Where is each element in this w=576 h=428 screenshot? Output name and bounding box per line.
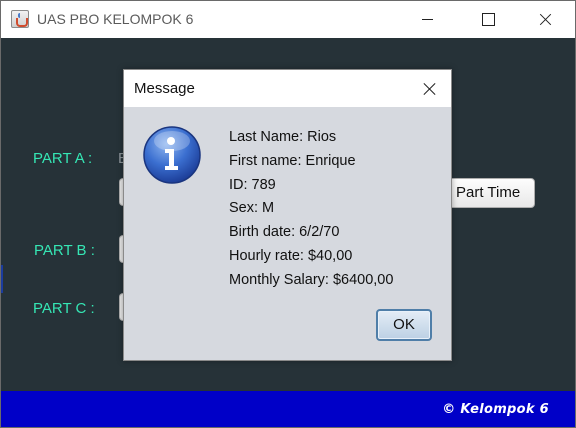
close-window-button[interactable] (521, 1, 567, 38)
message-line: Hourly rate: $40,00 (229, 247, 353, 264)
message-line: First name: Enrique (229, 152, 356, 169)
info-icon (143, 126, 201, 184)
java-app-icon (11, 10, 29, 28)
footer-credit: © Kelompok 6 (442, 402, 549, 417)
message-line: Monthly Salary: $6400,00 (229, 271, 394, 288)
dialog-close-button[interactable] (414, 73, 446, 105)
ok-button[interactable]: OK (376, 309, 432, 341)
message-line: Birth date: 6/2/70 (229, 224, 340, 241)
part-time-button[interactable]: Part Time (447, 178, 535, 208)
footer-bar: © Kelompok 6 (1, 391, 575, 427)
dialog-title: Message (134, 80, 195, 97)
maximize-button[interactable] (465, 1, 511, 38)
dialog-titlebar[interactable]: Message (124, 70, 451, 107)
message-line: ID: 789 (229, 176, 276, 193)
minimize-button[interactable] (404, 1, 450, 38)
message-text: Last Name: Rios First name: Enrique ID: … (229, 126, 393, 293)
part-a-label: PART A : (33, 150, 93, 167)
message-line: Last Name: Rios (229, 129, 337, 145)
window-title: UAS PBO KELOMPOK 6 (37, 11, 194, 27)
part-c-label: PART C : (33, 300, 95, 317)
left-edge-strip (1, 265, 3, 293)
message-line: Sex: M (229, 200, 275, 217)
message-dialog: Message Last Name: Rios First name: Enri… (123, 69, 452, 361)
window-titlebar[interactable]: UAS PBO KELOMPOK 6 (1, 1, 575, 38)
part-b-label: PART B : (34, 242, 95, 259)
